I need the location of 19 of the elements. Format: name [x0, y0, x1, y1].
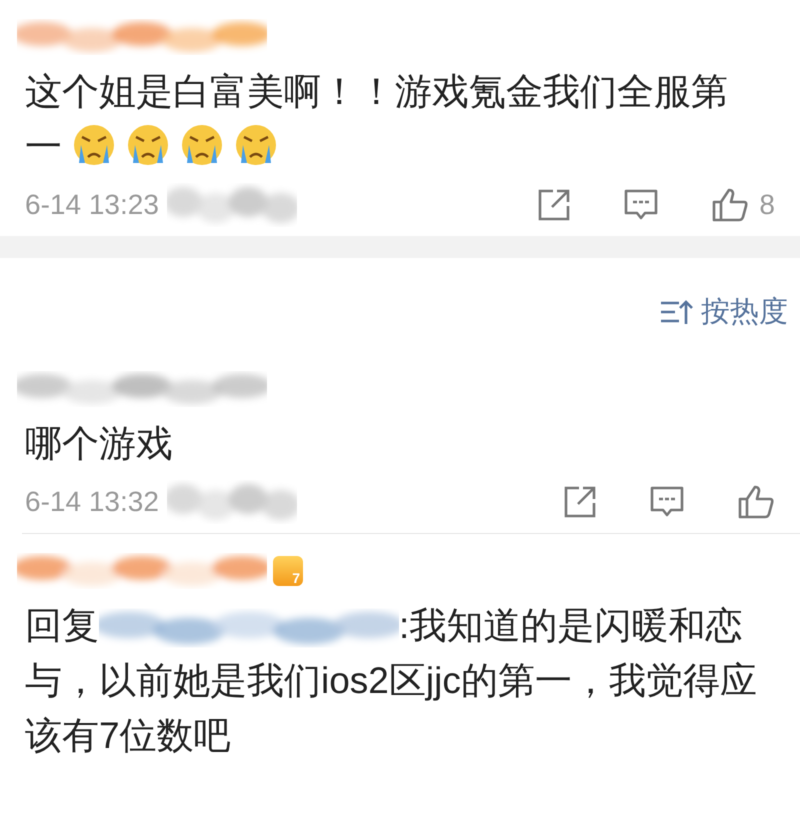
crying-emoji-icon [180, 123, 224, 167]
share-icon[interactable] [537, 188, 572, 222]
comment-icon[interactable] [623, 188, 660, 222]
sort-by-popularity-button[interactable]: 按热度 [659, 292, 788, 332]
like-icon[interactable] [737, 484, 775, 520]
share-icon[interactable] [563, 485, 597, 519]
comment-text: 这个姐是白富美啊！！游戏氪金我们全服第一 [25, 70, 729, 169]
comment-icon[interactable] [649, 485, 685, 519]
comment-time: 6-14 13:23 [25, 189, 159, 221]
crying-emoji-icon [72, 123, 116, 167]
comment-text: 哪个游戏 [25, 422, 174, 466]
like-icon[interactable] [711, 187, 750, 223]
crying-emoji-icon [126, 123, 170, 167]
crying-emoji-icon [234, 123, 278, 167]
like-count: 8 [759, 189, 775, 221]
comment-time: 6-14 13:32 [25, 486, 159, 518]
level-badge: 7 [273, 556, 303, 586]
comment-text: 回复 :我知道的是闪暖和恋与，以前她是我们ios2区jjc的第一，我觉得应该有7位数吧 [25, 604, 758, 758]
sort-icon [659, 298, 693, 326]
